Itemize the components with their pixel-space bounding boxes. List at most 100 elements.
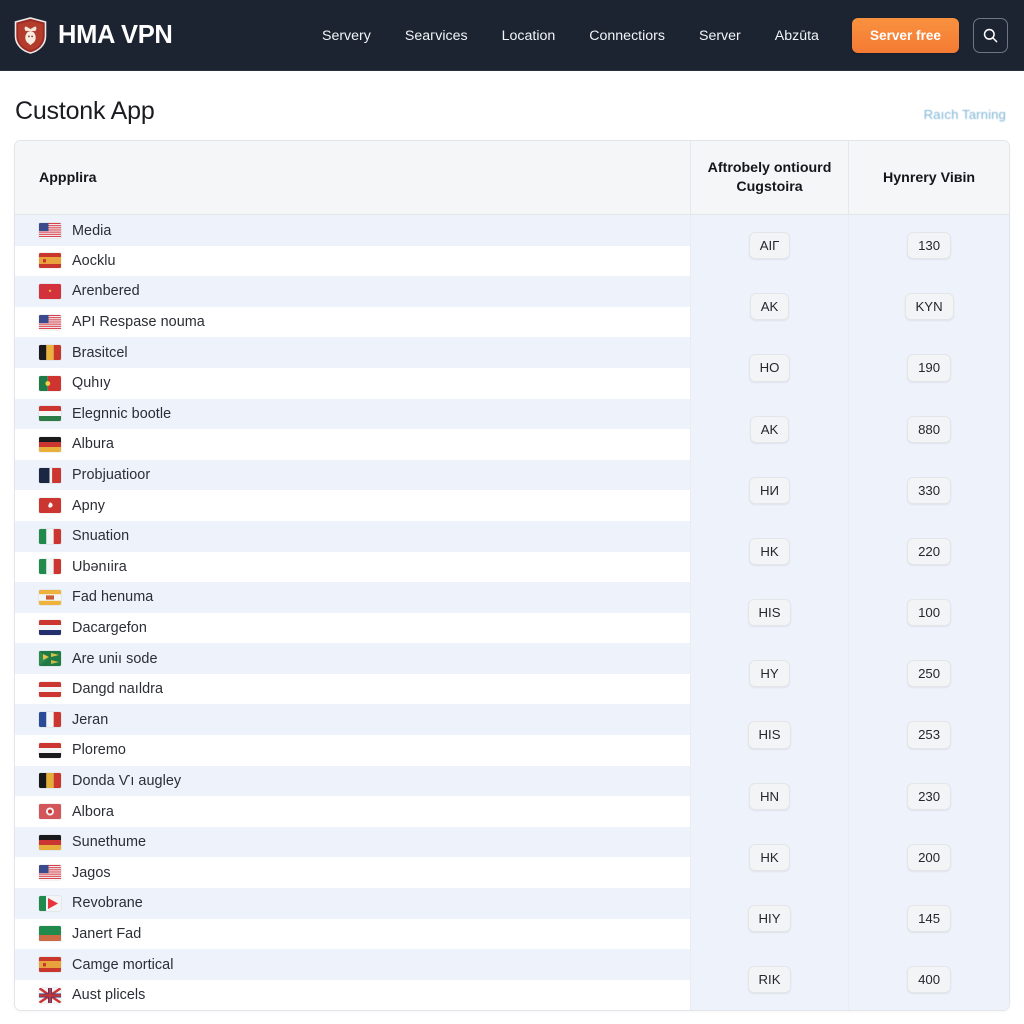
table-body: Media AIГ 130 Aocklu Arenbered AK KYN API Respa…: [15, 214, 1009, 1011]
cell-right: 400: [848, 949, 1009, 1011]
table-row[interactable]: Probјuatioor HИ 330: [15, 459, 1009, 521]
middle-chip[interactable]: HO: [748, 354, 791, 382]
middle-chip[interactable]: HK: [749, 843, 790, 872]
cell-middle: HИ: [689, 459, 849, 521]
middle-chip[interactable]: HИ: [748, 476, 790, 504]
middle-chip[interactable]: HK: [749, 537, 790, 566]
table-row[interactable]: Brasitcel HO 190: [15, 337, 1009, 399]
nav-link-services[interactable]: Seaгvices: [388, 20, 485, 52]
right-chip[interactable]: KYN: [904, 293, 954, 321]
table-row[interactable]: Are uniı sode HY 250: [15, 643, 1009, 705]
application-name: Brasitcel: [72, 344, 128, 361]
right-chip[interactable]: 253: [907, 721, 952, 749]
right-chip[interactable]: 220: [907, 537, 952, 566]
middle-chip[interactable]: HIS: [747, 599, 792, 627]
column-header-application[interactable]: Appplira: [15, 141, 691, 216]
cell-application: Aust plicels: [15, 979, 691, 1011]
cell-application: Media: [15, 214, 691, 246]
cell-right: 100: [848, 582, 1009, 644]
flag-icon-ye: [39, 742, 61, 758]
middle-chip[interactable]: AK: [749, 415, 790, 443]
nav-link-connections[interactable]: Connectiors: [572, 20, 682, 52]
table-header-row: Appplira Aftrobely ontiourd Cugstoira Hy…: [15, 141, 1009, 216]
right-chip[interactable]: 880: [907, 415, 952, 443]
cell-middle: RIK: [689, 949, 849, 1011]
application-name: Revobrane: [72, 895, 143, 912]
table-row[interactable]: Arenbered AK KYN: [15, 276, 1009, 338]
cell-application: Donda Ѵı augley: [15, 765, 691, 797]
table-row[interactable]: Camge mortical RIK 400: [15, 949, 1009, 1011]
cell-right: 330: [848, 459, 1009, 521]
flag-icon-it: [39, 528, 61, 544]
flag-icon-be: [39, 345, 61, 361]
flag-icon-de: [39, 436, 61, 452]
middle-chip[interactable]: HIY: [747, 905, 792, 933]
right-chip[interactable]: 400: [907, 966, 952, 994]
brand[interactable]: HMA VPN: [14, 17, 173, 54]
application-name: Aust plicels: [72, 987, 146, 1004]
cell-right: 250: [848, 643, 1009, 705]
middle-chip[interactable]: AIГ: [748, 232, 791, 260]
top-navigation-bar: HMA VPN Servery Seaгvices Location Conne…: [0, 0, 1024, 71]
application-name: Camge mortical: [72, 956, 174, 973]
right-chip[interactable]: 100: [907, 599, 952, 627]
middle-chip[interactable]: HY: [749, 660, 790, 688]
application-name: Janert Fad: [72, 925, 142, 942]
flag-icon-dz: [39, 926, 61, 942]
flag-icon-nl: [39, 620, 61, 636]
nav-link-about[interactable]: Abzūta: [758, 20, 836, 52]
cell-application: Apny: [15, 490, 691, 521]
nav-link-servery[interactable]: Servery: [305, 20, 388, 52]
column-header-middle[interactable]: Aftrobely ontiourd Cugstoira: [689, 141, 849, 216]
column-header-right[interactable]: Hynrery Viвin: [848, 141, 1009, 216]
right-chip[interactable]: 200: [907, 843, 952, 872]
cell-right: 253: [848, 704, 1009, 766]
table-row[interactable]: Sunethume HK 200: [15, 826, 1009, 889]
cell-middle: AIГ: [689, 214, 849, 277]
flag-icon-us: [39, 314, 61, 330]
cell-right: 130: [848, 214, 1009, 277]
middle-chip[interactable]: RIK: [747, 966, 792, 994]
right-chip[interactable]: 250: [907, 660, 952, 688]
middle-chip[interactable]: HN: [748, 782, 791, 810]
table-row[interactable]: Jeran HIS 253: [15, 704, 1009, 766]
cell-application: Brasitcel: [15, 337, 691, 368]
right-chip[interactable]: 190: [907, 354, 952, 382]
cell-application: Camge mortical: [15, 949, 691, 980]
server-free-button[interactable]: Server free: [851, 18, 959, 53]
table-row[interactable]: Fad henuma HIS 100: [15, 582, 1009, 644]
flag-icon-fr: [39, 712, 61, 728]
application-name: Apny: [72, 497, 106, 514]
right-chip[interactable]: 145: [907, 905, 952, 933]
cell-application: Arenbered: [15, 276, 691, 307]
flag-icon-it: [39, 559, 61, 575]
nav-link-location[interactable]: Location: [485, 20, 573, 52]
table-row[interactable]: Revobrane HIY 145: [15, 888, 1009, 950]
application-name: Quhıy: [72, 375, 111, 392]
cell-middle: HIY: [689, 888, 849, 950]
right-chip[interactable]: 330: [907, 476, 952, 504]
application-name: API Respase nouma: [72, 314, 205, 331]
flag-icon-us: [39, 865, 61, 881]
cell-middle: HN: [689, 765, 849, 827]
table-row[interactable]: Elegnnic bootle AK 880: [15, 398, 1009, 460]
ratch-tarning-link[interactable]: Raıch Tarning: [924, 107, 1006, 122]
table-row[interactable]: Snuation HK 220: [15, 520, 1009, 583]
cell-application: Janert Fad: [15, 918, 691, 950]
cell-right: 220: [848, 520, 1009, 583]
table-row[interactable]: Media AIГ 130: [15, 214, 1009, 277]
search-button[interactable]: [973, 18, 1008, 53]
right-chip[interactable]: 230: [907, 782, 952, 810]
table-row[interactable]: Donda Ѵı augley HN 230: [15, 765, 1009, 827]
middle-chip[interactable]: AK: [749, 293, 790, 321]
cell-application: Jagos: [15, 857, 691, 889]
right-chip[interactable]: 130: [907, 232, 952, 260]
table-head: Appplira Aftrobely ontiourd Cugstoira Hy…: [15, 141, 1009, 216]
brand-name: HMA VPN: [58, 21, 173, 49]
nav-link-server[interactable]: Server: [682, 20, 758, 52]
cell-middle: HO: [689, 337, 849, 399]
cell-application: Quhıy: [15, 367, 691, 399]
nav-links: Servery Seaгvices Location Connectiors S…: [305, 18, 1008, 53]
cell-right: 145: [848, 888, 1009, 950]
middle-chip[interactable]: HIS: [747, 721, 792, 749]
